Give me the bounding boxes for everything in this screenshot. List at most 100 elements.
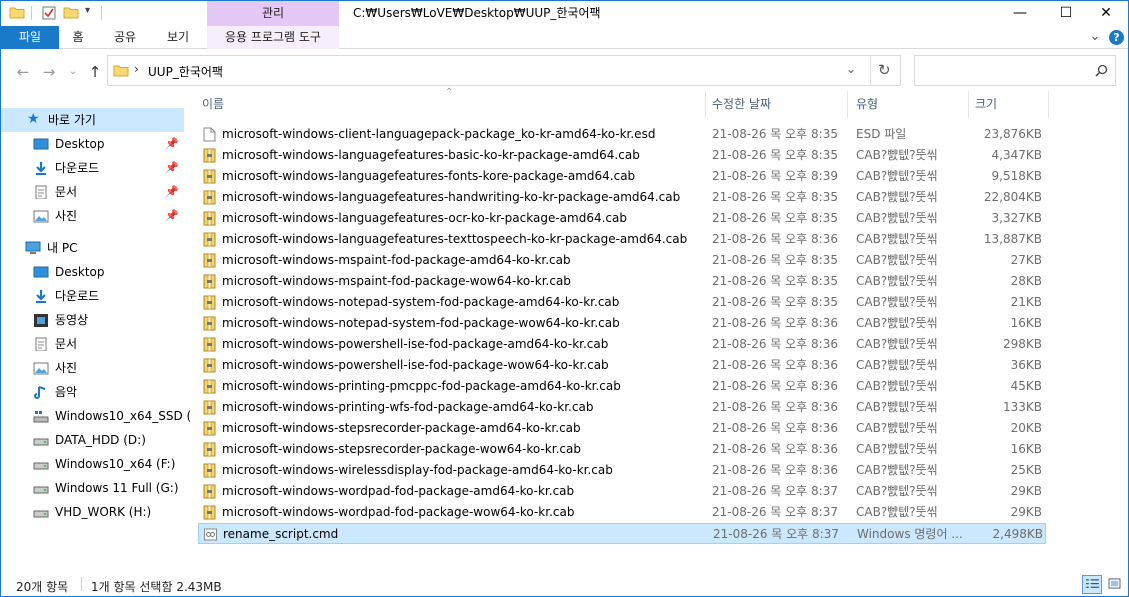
sidebar-item-quick-0[interactable]: Desktop 📌 — [1, 132, 184, 156]
sidebar-item-pc-8[interactable]: Windows10_x64 (F:) — [1, 452, 184, 476]
column-header-size[interactable]: 크기 — [975, 91, 997, 118]
file-name: microsoft-windows-stepsrecorder-package-… — [222, 421, 581, 435]
sidebar-item-label: 다운로드 — [55, 161, 100, 175]
table-row[interactable]: microsoft-windows-stepsrecorder-package-… — [198, 418, 1046, 439]
file-date: 21-08-26 목 오후 8:36 — [712, 463, 838, 477]
sidebar-item-pc-10[interactable]: VHD_WORK (H:) — [1, 500, 184, 524]
sidebar-item-pc-2[interactable]: 동영상 — [1, 308, 184, 332]
sidebar-item-label: 동영상 — [55, 313, 89, 327]
pin-icon[interactable]: 📌 — [165, 204, 179, 228]
table-row[interactable]: microsoft-windows-languagefeatures-textt… — [198, 229, 1046, 250]
sidebar-item-pc-3[interactable]: 문서 — [1, 332, 184, 356]
table-row[interactable]: microsoft-windows-client-languagepack-pa… — [198, 124, 1046, 145]
sidebar-item-this-pc[interactable]: 내 PC — [1, 236, 184, 260]
back-arrow-icon[interactable]: ← — [13, 62, 33, 82]
help-icon[interactable]: ? — [1109, 30, 1124, 45]
file-list: ⌃ 이름 수정한 날짜 유형 크기 microsoft-windows-clie… — [191, 87, 1051, 561]
table-row[interactable]: microsoft-windows-notepad-system-fod-pac… — [198, 292, 1046, 313]
pin-icon[interactable]: 📌 — [165, 156, 179, 180]
details-view-icon[interactable] — [1082, 575, 1102, 594]
table-row[interactable]: microsoft-windows-wirelessdisplay-fod-pa… — [198, 460, 1046, 481]
sidebar-item-pc-6[interactable]: Windows10_x64_SSD ( — [1, 404, 191, 428]
properties-icon[interactable] — [41, 5, 57, 21]
cab-file-icon — [203, 463, 216, 478]
table-row[interactable]: microsoft-windows-mspaint-fod-package-wo… — [198, 271, 1046, 292]
tab-home[interactable]: 홈 — [59, 26, 97, 49]
file-size: 298KB — [1002, 337, 1042, 351]
this-pc-icon — [25, 241, 41, 254]
minimize-button[interactable]: — — [997, 1, 1043, 26]
address-dropdown-icon[interactable]: ⌄ — [846, 62, 856, 76]
tab-share[interactable]: 공유 — [100, 26, 150, 49]
up-arrow-icon[interactable]: ↑ — [85, 62, 105, 82]
window-title: C:₩Users₩LoVE₩Desktop₩UUP_한국어팩 — [353, 6, 601, 20]
table-row[interactable]: microsoft-windows-languagefeatures-basic… — [198, 145, 1046, 166]
file-date: 21-08-26 목 오후 8:35 — [712, 148, 838, 162]
sidebar-item-pc-0[interactable]: Desktop — [1, 260, 184, 284]
address-bar[interactable]: › UUP_한국어팩 ⌄ ↻ — [107, 55, 901, 86]
file-size: 29KB — [1010, 484, 1042, 498]
file-date: 21-08-26 목 오후 8:36 — [712, 232, 838, 246]
table-row[interactable]: microsoft-windows-languagefeatures-ocr-k… — [198, 208, 1046, 229]
customize-quick-access-icon[interactable]: ▾ — [85, 5, 90, 16]
sidebar-item-pc-1[interactable]: 다운로드 — [1, 284, 184, 308]
pin-icon[interactable]: 📌 — [165, 180, 179, 204]
tab-view[interactable]: 보기 — [153, 26, 203, 49]
file-type: CAB?뺤텞?뚯씪 — [856, 463, 938, 477]
file-date: 21-08-26 목 오후 8:36 — [712, 442, 838, 456]
cab-file-icon — [203, 379, 216, 394]
file-size: 29KB — [1010, 505, 1042, 519]
table-row[interactable]: microsoft-windows-printing-pmcppc-fod-pa… — [198, 376, 1046, 397]
table-row[interactable]: microsoft-windows-notepad-system-fod-pac… — [198, 313, 1046, 334]
search-icon[interactable] — [1095, 64, 1108, 77]
close-button[interactable]: ✕ — [1083, 1, 1128, 26]
table-row[interactable]: microsoft-windows-wordpad-fod-package-wo… — [198, 502, 1046, 523]
breadcrumb-current-folder[interactable]: UUP_한국어팩 — [148, 63, 223, 80]
sidebar-item-quick-3[interactable]: 사진 📌 — [1, 204, 184, 228]
table-row[interactable]: microsoft-windows-printing-wfs-fod-packa… — [198, 397, 1046, 418]
large-icons-view-icon[interactable] — [1105, 575, 1125, 594]
sidebar-item-label: Windows10_x64 (F:) — [55, 457, 176, 471]
table-row[interactable]: microsoft-windows-wordpad-fod-package-am… — [198, 481, 1046, 502]
table-row[interactable]: microsoft-windows-languagefeatures-fonts… — [198, 166, 1046, 187]
tab-file[interactable]: 파일 — [1, 26, 59, 49]
file-type: CAB?뺤텞?뚯씪 — [856, 337, 938, 351]
file-name: microsoft-windows-powershell-ise-fod-pac… — [222, 358, 609, 372]
sidebar-item-quick-2[interactable]: 문서 📌 — [1, 180, 184, 204]
cab-file-icon — [203, 358, 216, 373]
sidebar-item-pc-5[interactable]: 음악 — [1, 380, 184, 404]
file-size: 4,347KB — [991, 148, 1042, 162]
sidebar-item-quick-access[interactable]: ★ 바로 가기 — [1, 108, 184, 132]
file-type: ESD 파일 — [856, 127, 907, 141]
table-row[interactable]: rename_script.cmd 21-08-26 목 오후 8:37 Windo… — [198, 523, 1046, 544]
ribbon-expand-icon[interactable]: ⌄ — [1087, 26, 1103, 49]
table-row[interactable]: microsoft-windows-powershell-ise-fod-pac… — [198, 334, 1046, 355]
table-row[interactable]: microsoft-windows-languagefeatures-handw… — [198, 187, 1046, 208]
column-header-type[interactable]: 유형 — [856, 91, 878, 118]
sidebar-item-pc-4[interactable]: 사진 — [1, 356, 184, 380]
table-row[interactable]: microsoft-windows-powershell-ise-fod-pac… — [198, 355, 1046, 376]
refresh-icon[interactable]: ↻ — [878, 61, 891, 79]
sidebar-item-quick-1[interactable]: 다운로드 📌 — [1, 156, 184, 180]
table-row[interactable]: microsoft-windows-stepsrecorder-package-… — [198, 439, 1046, 460]
search-box[interactable] — [914, 55, 1116, 86]
sidebar-item-pc-7[interactable]: DATA_HDD (D:) — [1, 428, 184, 452]
cab-file-icon — [203, 148, 216, 163]
file-type: CAB?뺤텞?뚯씪 — [856, 148, 938, 162]
recent-locations-icon[interactable]: ⌄ — [63, 62, 83, 82]
file-name: microsoft-windows-languagefeatures-basic… — [222, 148, 640, 162]
sidebar-item-label: 사진 — [55, 209, 78, 223]
file-size: 23,876KB — [983, 127, 1042, 141]
file-type: CAB?뺤텞?뚯씪 — [856, 211, 938, 225]
column-header-name[interactable]: 이름 — [202, 91, 224, 118]
folder-icon[interactable] — [9, 5, 25, 21]
breadcrumb-separator[interactable]: › — [134, 62, 139, 76]
sidebar-item-pc-9[interactable]: Windows 11 Full (G:) — [1, 476, 184, 500]
forward-arrow-icon[interactable]: → — [39, 62, 59, 82]
pin-icon[interactable]: 📌 — [165, 132, 179, 156]
tab-application-tools[interactable]: 응용 프로그램 도구 — [207, 26, 339, 49]
new-folder-icon[interactable] — [63, 5, 79, 21]
file-date: 21-08-26 목 오후 8:39 — [712, 169, 838, 183]
table-row[interactable]: microsoft-windows-mspaint-fod-package-am… — [198, 250, 1046, 271]
column-header-date[interactable]: 수정한 날짜 — [712, 91, 771, 118]
